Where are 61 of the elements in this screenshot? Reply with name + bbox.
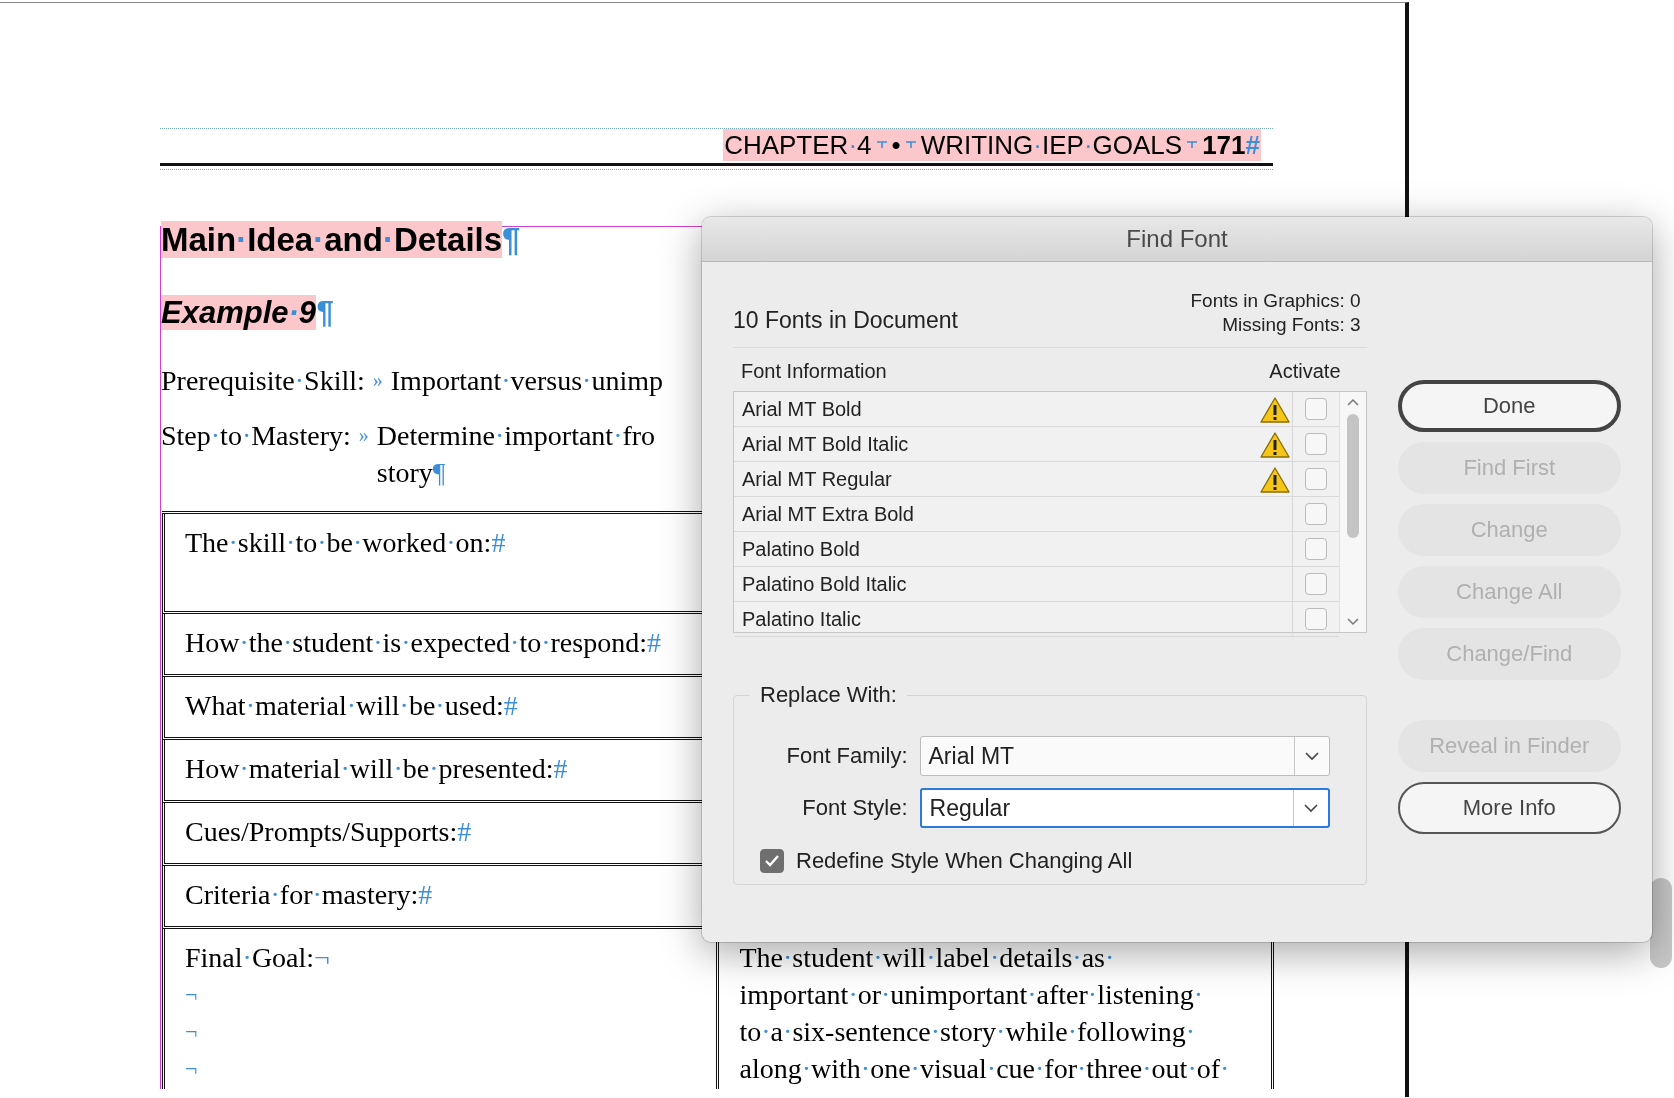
- font-list-row[interactable]: Arial MT Extra Bold: [734, 497, 1339, 532]
- activate-checkbox[interactable]: [1304, 433, 1327, 455]
- field-label: Font Family:: [786, 743, 908, 769]
- font-list-row[interactable]: Palatino Bold Italic: [734, 567, 1339, 602]
- dialog-button[interactable]: Done: [1397, 380, 1621, 432]
- dialog-title: Find Font: [702, 217, 1652, 262]
- warning-icon: [1259, 465, 1290, 493]
- tab-marker: »: [358, 423, 369, 448]
- field-label: Step·to·Mastery:: [161, 419, 351, 453]
- activate-checkbox[interactable]: [1304, 398, 1327, 420]
- chevron-down-icon: [1302, 803, 1319, 813]
- column-header: Font Information: [741, 360, 887, 383]
- activate-checkbox[interactable]: [1304, 608, 1327, 630]
- activate-checkbox[interactable]: [1304, 538, 1327, 560]
- dialog-button[interactable]: More Info: [1397, 782, 1621, 834]
- scroll-thumb[interactable]: [1346, 414, 1359, 538]
- field-label: Font Style:: [802, 795, 908, 821]
- line-break-marker: ¬: [185, 1055, 199, 1083]
- scrollbar-thumb[interactable]: [1650, 878, 1672, 968]
- running-header-text: CHAPTER·4: [723, 129, 873, 161]
- page-number: 171#: [1201, 129, 1261, 161]
- font-list-row[interactable]: Arial MT Bold Italic: [734, 427, 1339, 462]
- font-family-dropdown[interactable]: Arial MT: [919, 736, 1330, 776]
- font-list-row[interactable]: Arial MT Regular: [734, 462, 1339, 497]
- table-cell-text: How·the·student·is·expected·to·respond:#: [184, 626, 662, 660]
- tab-marker: »: [372, 368, 383, 393]
- stat-text: Missing Fonts: 3: [1221, 313, 1361, 337]
- warning-icon: [1259, 395, 1290, 423]
- line-break-marker: ¬: [185, 981, 199, 1009]
- scroll-up-icon: [1345, 398, 1360, 407]
- table-cell-text: How·material·will·be·presented:#: [184, 752, 569, 786]
- table-cell-text: Criteria·for·mastery:#: [184, 878, 434, 912]
- example-heading: Example·9¶: [161, 294, 334, 332]
- running-header-text: WRITING·IEP·GOALS: [919, 129, 1184, 161]
- table-cell-text: What·material·will·be·used:#: [184, 689, 519, 723]
- font-list-row[interactable]: Arial MT Bold: [734, 392, 1339, 427]
- bullet-separator: •: [890, 129, 902, 161]
- warning-icon: [1259, 430, 1290, 458]
- font-list-row[interactable]: Palatino Bold: [734, 532, 1339, 567]
- scroll-down-icon: [1345, 617, 1360, 626]
- field-label: Prerequisite·Skill:: [161, 364, 365, 398]
- checkmark-icon: [764, 854, 780, 868]
- section-heading: Main·Idea·and·Details¶: [161, 220, 521, 260]
- field-value: Important·versus·unimp: [390, 364, 663, 398]
- font-style-dropdown[interactable]: Regular: [919, 788, 1330, 828]
- checkbox-label: Redefine Style When Changing All: [796, 848, 1133, 874]
- activate-checkbox[interactable]: [1304, 468, 1327, 490]
- activate-checkbox[interactable]: [1304, 503, 1327, 525]
- field-value: Determine·important·fro story¶: [376, 419, 656, 490]
- redefine-checkbox[interactable]: [760, 849, 784, 873]
- chevron-down-icon: [1303, 751, 1320, 761]
- scrollbar[interactable]: [1338, 392, 1366, 632]
- line-break-marker: ¬: [185, 1018, 199, 1046]
- table-cell-text: Cues/Prompts/Supports:#: [184, 815, 473, 849]
- fonts-count: 10 Fonts in Document: [733, 307, 958, 335]
- column-header: Activate: [1269, 360, 1341, 383]
- table-cell: Final·Goal:¬ ¬ ¬ ¬: [165, 929, 716, 1089]
- stat-text: Fonts in Graphics: 0: [1190, 289, 1361, 313]
- activate-checkbox[interactable]: [1304, 573, 1327, 595]
- font-list-row[interactable]: Palatino Italic: [734, 602, 1339, 637]
- table-cell-text: The·skill·to·be·worked·on:#: [184, 526, 507, 560]
